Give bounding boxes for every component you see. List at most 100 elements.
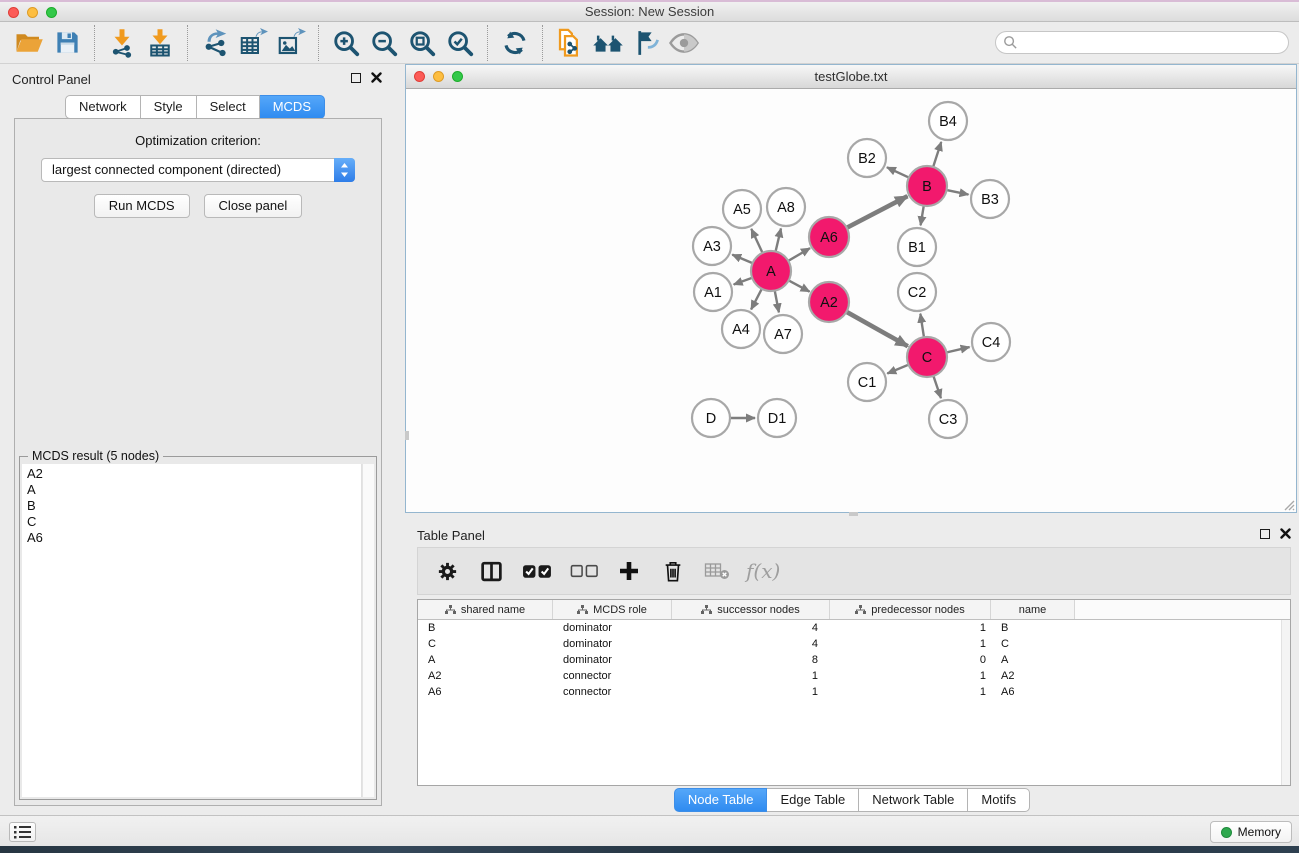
select-all-icon[interactable] bbox=[520, 555, 554, 587]
node-A7[interactable]: A7 bbox=[764, 315, 802, 353]
eye-icon[interactable] bbox=[665, 25, 703, 61]
cell: C bbox=[418, 638, 553, 650]
network-canvas[interactable]: A A1 A3A5 A8 A4A7 A6 A2 B B1 B2 B3 B4 C C1 C2 C3 C4 D D1 bbox=[406, 89, 1296, 512]
network-graph[interactable]: A A1 A3A5 A8 A4A7 A6 A2 B B1 B2 B3 B4 C C1 C2 C3 C4 D D1 bbox=[406, 89, 1296, 512]
search-input[interactable] bbox=[995, 31, 1289, 54]
svg-text:C: C bbox=[922, 350, 932, 366]
close-panel-button[interactable]: Close panel bbox=[204, 194, 303, 218]
import-network-icon[interactable] bbox=[103, 25, 141, 61]
tab-node-table[interactable]: Node Table bbox=[674, 788, 768, 812]
zoom-fit-icon[interactable] bbox=[403, 25, 441, 61]
export-table-icon[interactable] bbox=[234, 25, 272, 61]
node-A5[interactable]: A5 bbox=[723, 190, 761, 228]
node-A1[interactable]: A1 bbox=[694, 273, 732, 311]
svg-text:A2: A2 bbox=[820, 295, 838, 311]
scrollbar[interactable] bbox=[1281, 620, 1290, 785]
delete-icon[interactable] bbox=[658, 555, 688, 587]
tab-edge-table[interactable]: Edge Table bbox=[767, 788, 859, 812]
table-row[interactable]: Adominator80A bbox=[418, 652, 1290, 668]
refresh-icon[interactable] bbox=[496, 25, 534, 61]
annotation-flag-icon[interactable] bbox=[627, 25, 665, 61]
table-panel-title: Table Panel bbox=[417, 528, 485, 543]
column-header-successor-nodes[interactable]: successor nodes bbox=[672, 600, 830, 619]
svg-text:A5: A5 bbox=[733, 202, 751, 218]
node-B3[interactable]: B3 bbox=[971, 180, 1009, 218]
column-header-name[interactable]: name bbox=[991, 600, 1075, 619]
toolbar-separator bbox=[318, 25, 319, 61]
show-columns-icon[interactable] bbox=[476, 555, 506, 587]
node-B[interactable]: B bbox=[907, 166, 947, 206]
tab-network[interactable]: Network bbox=[65, 95, 141, 119]
close-panel-icon[interactable] bbox=[1280, 528, 1291, 539]
task-history-button[interactable] bbox=[9, 822, 36, 842]
mcds-result-item[interactable]: A bbox=[27, 482, 361, 498]
zoom-in-icon[interactable] bbox=[327, 25, 365, 61]
mcds-result-item[interactable]: C bbox=[27, 514, 361, 530]
column-header-shared-name[interactable]: shared name bbox=[418, 600, 553, 619]
node-C3[interactable]: C3 bbox=[929, 400, 967, 438]
divider-handle[interactable] bbox=[849, 512, 858, 516]
float-panel-icon[interactable] bbox=[351, 73, 361, 83]
open-session-button[interactable] bbox=[10, 25, 48, 61]
node-D[interactable]: D bbox=[692, 399, 730, 437]
column-label: successor nodes bbox=[717, 604, 800, 616]
mcds-result-list[interactable]: A2ABCA6 bbox=[22, 464, 362, 797]
close-panel-icon[interactable] bbox=[371, 72, 382, 83]
node-A3[interactable]: A3 bbox=[693, 227, 731, 265]
zoom-out-icon[interactable] bbox=[365, 25, 403, 61]
node-A4[interactable]: A4 bbox=[722, 310, 760, 348]
houses-icon[interactable] bbox=[589, 25, 627, 61]
tab-motifs[interactable]: Motifs bbox=[968, 788, 1030, 812]
cell: 8 bbox=[672, 654, 830, 666]
mcds-result-item[interactable]: A6 bbox=[27, 530, 361, 546]
clone-network-icon[interactable] bbox=[551, 25, 589, 61]
cell: B bbox=[991, 622, 1075, 634]
mcds-result-item[interactable]: A2 bbox=[27, 466, 361, 482]
table-row[interactable]: A6connector11A6 bbox=[418, 684, 1290, 700]
tab-style[interactable]: Style bbox=[141, 95, 197, 119]
node-B1[interactable]: B1 bbox=[898, 228, 936, 266]
node-A[interactable]: A bbox=[751, 251, 791, 291]
criterion-select[interactable]: largest connected component (directed) bbox=[41, 158, 355, 182]
node-B2[interactable]: B2 bbox=[848, 139, 886, 177]
memory-button[interactable]: Memory bbox=[1210, 821, 1292, 843]
network-window-titlebar[interactable]: testGlobe.txt bbox=[406, 65, 1296, 89]
tab-network-table[interactable]: Network Table bbox=[859, 788, 968, 812]
table-row[interactable]: Bdominator41B bbox=[418, 620, 1290, 636]
node-D1[interactable]: D1 bbox=[758, 399, 796, 437]
float-panel-icon[interactable] bbox=[1260, 529, 1270, 539]
titlebar[interactable]: Session: New Session bbox=[0, 2, 1299, 22]
table-tabs: Node TableEdge TableNetwork TableMotifs bbox=[405, 788, 1299, 812]
unselect-all-icon[interactable] bbox=[568, 555, 600, 587]
node-A6[interactable]: A6 bbox=[809, 217, 849, 257]
export-image-icon[interactable] bbox=[272, 25, 310, 61]
function-builder-icon[interactable]: f(x) bbox=[746, 559, 780, 583]
table-row[interactable]: A2connector11A2 bbox=[418, 668, 1290, 684]
tab-select[interactable]: Select bbox=[197, 95, 260, 119]
tab-mcds[interactable]: MCDS bbox=[260, 95, 325, 119]
node-B4[interactable]: B4 bbox=[929, 102, 967, 140]
column-header-MCDS-role[interactable]: MCDS role bbox=[553, 600, 672, 619]
node-C1[interactable]: C1 bbox=[848, 363, 886, 401]
export-network-icon[interactable] bbox=[196, 25, 234, 61]
node-A8[interactable]: A8 bbox=[767, 188, 805, 226]
node-C[interactable]: C bbox=[907, 337, 947, 377]
node-C4[interactable]: C4 bbox=[972, 323, 1010, 361]
mcds-result-item[interactable]: B bbox=[27, 498, 361, 514]
run-mcds-button[interactable]: Run MCDS bbox=[94, 194, 190, 218]
column-header-predecessor-nodes[interactable]: predecessor nodes bbox=[830, 600, 991, 619]
gear-icon[interactable] bbox=[432, 555, 462, 587]
control-panel-tabs: NetworkStyleSelectMCDS bbox=[0, 95, 390, 119]
node-table[interactable]: shared nameMCDS role successor nodes prede… bbox=[417, 599, 1291, 786]
divider-handle[interactable] bbox=[405, 431, 409, 440]
node-A2[interactable]: A2 bbox=[809, 282, 849, 322]
resize-grip[interactable] bbox=[1281, 497, 1295, 511]
scrollbar[interactable] bbox=[362, 464, 374, 797]
zoom-selected-icon[interactable] bbox=[441, 25, 479, 61]
node-C2[interactable]: C2 bbox=[898, 273, 936, 311]
import-table-icon[interactable] bbox=[141, 25, 179, 61]
add-column-icon[interactable] bbox=[614, 555, 644, 587]
delete-table-icon[interactable] bbox=[702, 555, 732, 587]
table-row[interactable]: Cdominator41C bbox=[418, 636, 1290, 652]
save-session-button[interactable] bbox=[48, 25, 86, 61]
